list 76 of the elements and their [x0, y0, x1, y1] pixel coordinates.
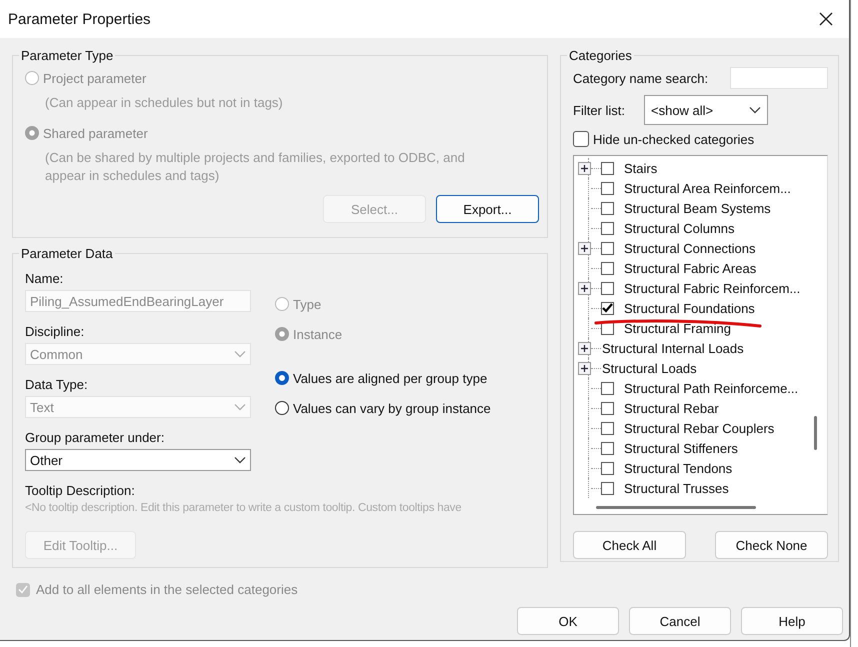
tree-item[interactable]: Structural Fabric Areas: [624, 260, 756, 276]
tree-item[interactable]: Structural Area Reinforcem...: [624, 180, 791, 196]
tree-item[interactable]: Structural Tendons: [624, 460, 732, 476]
dialog-button[interactable]: Help: [741, 607, 843, 635]
field-label: Discipline:: [25, 324, 86, 339]
tree-item[interactable]: Stairs: [624, 160, 658, 176]
group-title: Parameter Data: [20, 246, 114, 261]
checkbox[interactable]: [601, 402, 614, 414]
tree-item[interactable]: Structural Columns: [624, 220, 735, 236]
scrollbar-thumb[interactable]: [814, 416, 817, 450]
checkbox[interactable]: [601, 222, 614, 234]
radio-button[interactable]: [275, 371, 289, 385]
checkbox[interactable]: [601, 482, 614, 494]
checkbox-label: Add to all elements in the selected categories: [36, 582, 298, 597]
checkbox-label: Hide un-checked categories: [593, 132, 754, 146]
field-label: Tooltip Description:: [25, 483, 136, 498]
filter-dropdown[interactable]: <show all>: [644, 95, 768, 125]
field-label: Filter list:: [573, 102, 625, 118]
tree-item[interactable]: Structural Trusses: [624, 480, 729, 496]
tree-item[interactable]: Structural Rebar Couplers: [624, 420, 774, 436]
chevron-down-icon: [234, 403, 246, 411]
tree-item[interactable]: Structural Rebar: [624, 400, 719, 416]
checkbox[interactable]: [601, 382, 614, 394]
tree-item[interactable]: Structural Internal Loads: [602, 340, 744, 356]
field-label: Name:: [25, 271, 64, 286]
group-title: Parameter Type: [20, 48, 114, 63]
chevron-down-icon: [749, 106, 761, 114]
checkbox[interactable]: [601, 262, 614, 274]
tooltip-description: <No tooltip description. Edit this parameter to write a custom tooltip. Custom tooltips have: [25, 502, 462, 514]
expand-icon[interactable]: [578, 362, 591, 374]
radio-label: Values can vary by group instance: [293, 400, 491, 416]
field-label: Data Type:: [25, 377, 89, 392]
dialog-button[interactable]: Check None: [715, 531, 828, 559]
checkbox[interactable]: [601, 182, 614, 194]
checkbox[interactable]: [601, 442, 614, 454]
checkbox[interactable]: [601, 202, 614, 214]
close-icon: [819, 12, 833, 26]
tree-item[interactable]: Structural Path Reinforceme...: [624, 380, 798, 396]
field-label: Category name search:: [573, 70, 708, 86]
field-label: Group parameter under:: [25, 430, 166, 445]
expand-icon[interactable]: [578, 282, 591, 294]
dialog-button[interactable]: Cancel: [629, 607, 731, 635]
checkbox[interactable]: [601, 242, 614, 254]
chevron-down-icon: [234, 350, 246, 358]
radio-label: Values are aligned per group type: [293, 370, 488, 386]
expand-icon[interactable]: [578, 342, 591, 354]
tree-item[interactable]: Structural Stiffeners: [624, 440, 738, 456]
checkbox[interactable]: [601, 162, 614, 174]
checkbox[interactable]: [573, 131, 589, 147]
tree-item[interactable]: Structural Fabric Reinforcem...: [624, 280, 800, 296]
search-field[interactable]: [730, 67, 828, 89]
checkbox[interactable]: [601, 462, 614, 474]
tree-item[interactable]: Structural Foundations: [624, 300, 755, 316]
expand-icon[interactable]: [578, 242, 591, 254]
option-note: (Can be shared by multiple projects and families, exported to ODBC, and appear in schedules and tags): [44, 149, 466, 185]
group-title: Categories: [568, 48, 633, 63]
tree-item[interactable]: Structural Loads: [602, 360, 697, 376]
radio-button[interactable]: [275, 401, 289, 415]
dialog-button[interactable]: Check All: [573, 531, 686, 559]
scrollbar-thumb[interactable]: [596, 506, 756, 509]
radio-label: Shared parameter: [43, 126, 148, 140]
tree-item[interactable]: Structural Beam Systems: [624, 200, 771, 216]
dropdown[interactable]: Other: [25, 449, 251, 471]
radio-label: Project parameter: [43, 70, 146, 86]
tree-item[interactable]: Structural Connections: [624, 240, 756, 256]
radio-label: Instance: [293, 326, 342, 342]
checkbox[interactable]: [601, 422, 614, 434]
expand-icon[interactable]: [578, 162, 591, 174]
option-note: (Can appear in schedules but not in tags): [44, 94, 284, 112]
checkbox[interactable]: [601, 302, 614, 314]
radio-label: Type: [293, 296, 322, 312]
checkbox[interactable]: [601, 282, 614, 294]
tree-item[interactable]: Structural Framing: [624, 320, 731, 336]
dialog-button[interactable]: OK: [517, 607, 619, 635]
window-title: Parameter Properties: [8, 10, 151, 28]
chevron-down-icon: [234, 456, 246, 464]
